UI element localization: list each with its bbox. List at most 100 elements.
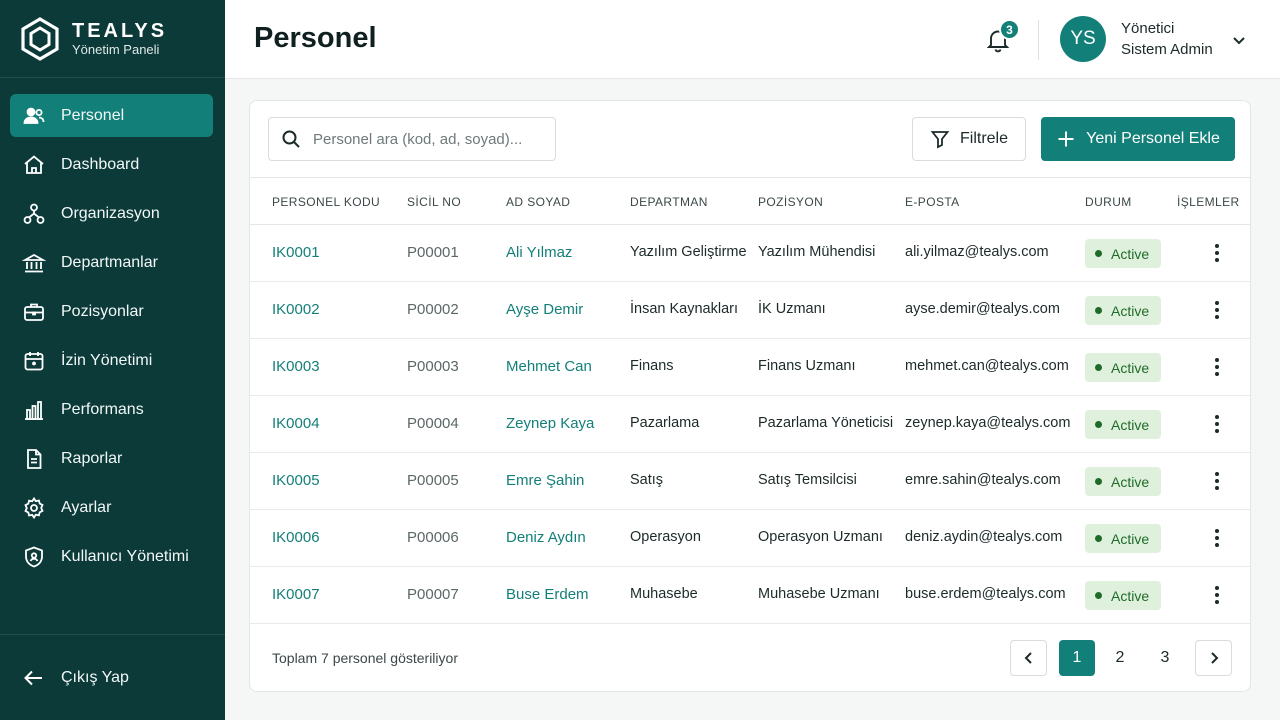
column-header-name[interactable]: AD SOYAD bbox=[506, 195, 570, 209]
previous-page-button[interactable] bbox=[1010, 640, 1047, 676]
more-options-icon[interactable] bbox=[1205, 241, 1229, 265]
notification-badge: 3 bbox=[999, 19, 1020, 40]
sidebar-item-label: Dashboard bbox=[61, 155, 140, 173]
table-row[interactable]: IK0005 P00005 Emre Şahin Satış Satış Tem… bbox=[250, 453, 1250, 510]
personnel-code-link[interactable]: IK0005 bbox=[272, 472, 320, 489]
brand-name: TEALYS bbox=[72, 19, 168, 42]
position-cell: İK Uzmanı bbox=[758, 301, 826, 317]
status-label: Active bbox=[1111, 359, 1150, 376]
sidebar-item-performans[interactable]: Performans bbox=[10, 388, 213, 431]
status-dot bbox=[1095, 535, 1102, 542]
personnel-code-link[interactable]: IK0004 bbox=[272, 415, 320, 432]
logout-label: Çıkış Yap bbox=[61, 668, 129, 686]
sidebar-item-raporlar[interactable]: Raporlar bbox=[10, 437, 213, 480]
personnel-name-link[interactable]: Zeynep Kaya bbox=[506, 415, 594, 432]
more-options-icon[interactable] bbox=[1205, 526, 1229, 550]
personnel-name-link[interactable]: Deniz Aydın bbox=[506, 529, 586, 546]
brand-subtitle: Yönetim Paneli bbox=[72, 41, 160, 57]
email-cell: ayse.demir@tealys.com bbox=[905, 301, 1060, 317]
shield-icon bbox=[25, 546, 43, 567]
sidebar-item-label: İzin Yönetimi bbox=[61, 351, 153, 369]
personnel-code-link[interactable]: IK0006 bbox=[272, 529, 320, 546]
page-button-1[interactable]: 1 bbox=[1059, 640, 1095, 676]
column-header-status[interactable]: DURUM bbox=[1085, 195, 1132, 209]
email-cell: emre.sahin@tealys.com bbox=[905, 472, 1061, 488]
sidebar-item-organizasyon[interactable]: Organizasyon bbox=[10, 192, 213, 235]
sidebar-item-departmanlar[interactable]: Departmanlar bbox=[10, 241, 213, 284]
chevron-left-icon bbox=[1024, 652, 1032, 664]
status-dot bbox=[1095, 478, 1102, 485]
add-personnel-label: Yeni Personel Ekle bbox=[1086, 130, 1220, 147]
sidebar-item-personel[interactable]: Personel bbox=[10, 94, 213, 137]
logo-icon bbox=[21, 16, 59, 61]
column-header-reg[interactable]: SİCİL NO bbox=[407, 195, 461, 209]
status-badge: Active bbox=[1085, 524, 1162, 553]
registration-number: P00005 bbox=[407, 472, 459, 489]
table-row[interactable]: IK0006 P00006 Deniz Aydın Operasyon Oper… bbox=[250, 510, 1250, 567]
status-badge: Active bbox=[1085, 239, 1162, 268]
search-input[interactable] bbox=[313, 130, 543, 148]
column-header-code[interactable]: PERSONEL KODU bbox=[272, 195, 380, 209]
chevron-down-icon bbox=[1232, 37, 1245, 45]
personnel-code-link[interactable]: IK0007 bbox=[272, 586, 320, 603]
filter-icon bbox=[930, 131, 950, 149]
personnel-name-link[interactable]: Emre Şahin bbox=[506, 472, 584, 489]
personnel-code-link[interactable]: IK0003 bbox=[272, 358, 320, 375]
sidebar-item-pozisyonlar[interactable]: Pozisyonlar bbox=[10, 290, 213, 333]
department-cell: Finans bbox=[630, 358, 674, 374]
registration-number: P00004 bbox=[407, 415, 459, 432]
personnel-code-link[interactable]: IK0002 bbox=[272, 301, 320, 318]
registration-number: P00006 bbox=[407, 529, 459, 546]
bank-icon bbox=[22, 253, 46, 272]
document-icon bbox=[27, 448, 42, 469]
column-header-position[interactable]: POZİSYON bbox=[758, 195, 823, 209]
personnel-name-link[interactable]: Ali Yılmaz bbox=[506, 244, 572, 261]
department-cell: Satış bbox=[630, 472, 664, 488]
table-row[interactable]: IK0003 P00003 Mehmet Can Finans Finans U… bbox=[250, 339, 1250, 396]
column-header-email[interactable]: E-POSTA bbox=[905, 195, 960, 209]
user-name: Sistem Admin bbox=[1121, 40, 1213, 58]
sidebar-item-ayarlar[interactable]: Ayarlar bbox=[10, 486, 213, 529]
column-header-department[interactable]: DEPARTMAN bbox=[630, 195, 708, 209]
brand: TEALYS Yönetim Paneli bbox=[0, 0, 225, 78]
registration-number: P00007 bbox=[407, 586, 459, 603]
sidebar-item-label: Raporlar bbox=[61, 449, 123, 467]
sidebar-item-label: Departmanlar bbox=[61, 253, 158, 271]
department-cell: Muhasebe bbox=[630, 586, 698, 602]
logout-button[interactable]: Çıkış Yap bbox=[0, 634, 225, 720]
sidebar-item-kullanici-yonetimi[interactable]: Kullanıcı Yönetimi bbox=[10, 535, 213, 578]
briefcase-icon bbox=[24, 303, 44, 321]
position-cell: Yazılım Mühendisi bbox=[758, 244, 876, 260]
more-options-icon[interactable] bbox=[1205, 583, 1229, 607]
sidebar-item-label: Performans bbox=[61, 400, 144, 418]
registration-number: P00001 bbox=[407, 244, 459, 261]
more-options-icon[interactable] bbox=[1205, 355, 1229, 379]
sidebar-item-izin-yonetimi[interactable]: İzin Yönetimi bbox=[10, 339, 213, 382]
user-menu[interactable]: YS Yönetici Sistem Admin bbox=[1060, 16, 1247, 62]
top-header: Personel 3 YS Yönetici Sistem Admin bbox=[225, 0, 1280, 79]
table-row[interactable]: IK0001 P00001 Ali Yılmaz Yazılım Gelişti… bbox=[250, 225, 1250, 282]
plus-icon bbox=[1058, 131, 1074, 147]
add-personnel-button[interactable]: Yeni Personel Ekle bbox=[1041, 117, 1235, 161]
more-options-icon[interactable] bbox=[1205, 298, 1229, 322]
bar-chart-icon bbox=[25, 400, 43, 420]
personnel-code-link[interactable]: IK0001 bbox=[272, 244, 320, 261]
status-dot bbox=[1095, 421, 1102, 428]
next-page-button[interactable] bbox=[1195, 640, 1232, 676]
status-dot bbox=[1095, 250, 1102, 257]
more-options-icon[interactable] bbox=[1205, 469, 1229, 493]
personnel-name-link[interactable]: Buse Erdem bbox=[506, 586, 589, 603]
department-cell: İnsan Kaynakları bbox=[630, 301, 739, 317]
more-options-icon[interactable] bbox=[1205, 412, 1229, 436]
org-chart-icon bbox=[23, 203, 45, 224]
page-button-2[interactable]: 2 bbox=[1102, 640, 1138, 676]
registration-number: P00002 bbox=[407, 301, 459, 318]
filter-button[interactable]: Filtrele bbox=[912, 117, 1026, 161]
sidebar-item-dashboard[interactable]: Dashboard bbox=[10, 143, 213, 186]
page-button-3[interactable]: 3 bbox=[1147, 640, 1183, 676]
table-row[interactable]: IK0004 P00004 Zeynep Kaya Pazarlama Paza… bbox=[250, 396, 1250, 453]
table-row[interactable]: IK0007 P00007 Buse Erdem Muhasebe Muhase… bbox=[250, 567, 1250, 624]
table-row[interactable]: IK0002 P00002 Ayşe Demir İnsan Kaynaklar… bbox=[250, 282, 1250, 339]
personnel-name-link[interactable]: Ayşe Demir bbox=[506, 301, 583, 318]
personnel-name-link[interactable]: Mehmet Can bbox=[506, 358, 592, 375]
